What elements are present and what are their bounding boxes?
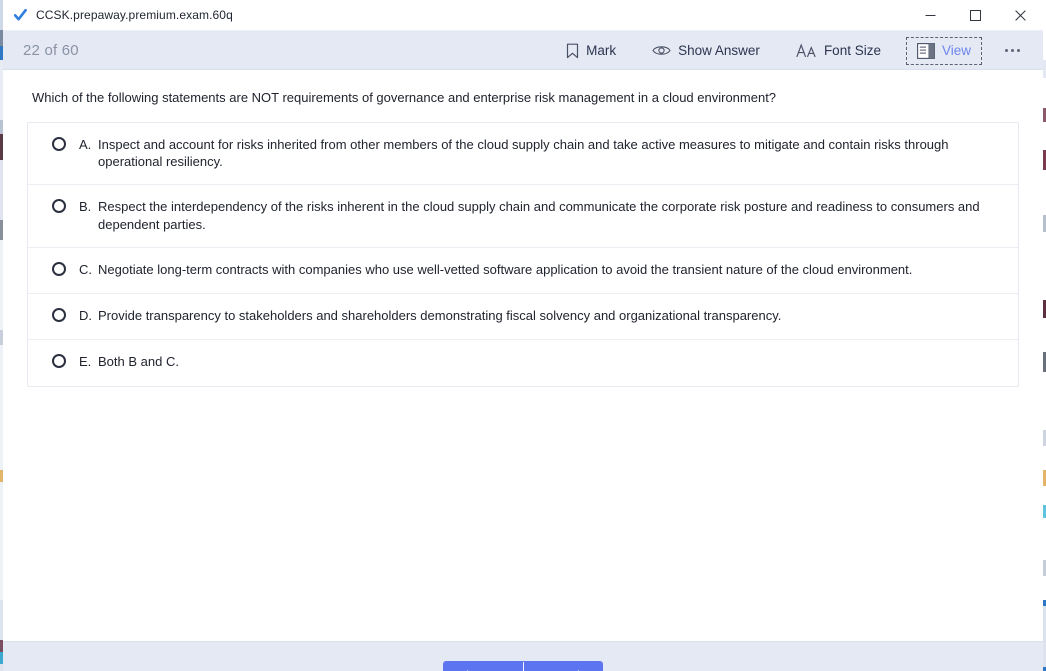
option-text: Respect the interdependency of the risks… (98, 199, 980, 233)
option-text: Inspect and account for risks inherited … (98, 136, 949, 170)
title-bar: CCSK.prepaway.premium.exam.60q (3, 0, 1043, 31)
radio-button-b[interactable] (52, 199, 66, 214)
question-text: Which of the following statements are NO… (32, 90, 777, 105)
option-letter: B. (79, 199, 92, 215)
window-title: CCSK.prepaway.premium.exam.60q (36, 8, 233, 22)
mark-button[interactable]: Mark (555, 37, 627, 65)
radio-button-e[interactable] (52, 354, 66, 369)
font-size-label: Font Size (823, 43, 881, 58)
view-button[interactable]: View (905, 36, 982, 65)
minimize-icon (925, 10, 936, 21)
answer-option-b[interactable]: B. Respect the interdependency of the ri… (28, 185, 1018, 249)
option-text: Both B and C. (98, 354, 179, 370)
radio-button-c[interactable] (52, 262, 66, 277)
question-progress-label: 22 of 60 (23, 41, 79, 59)
view-label: View (941, 43, 971, 58)
toolbar-actions: Mark Show Answer Font Size View (548, 31, 1035, 70)
show-answer-label: Show Answer (678, 43, 760, 58)
answer-options-list: A. Inspect and account for risks inherit… (27, 121, 1019, 388)
prev-button[interactable]: Prev (443, 661, 524, 671)
layout-panel-icon (917, 42, 935, 59)
question-content: Which of the following statements are NO… (3, 70, 1043, 641)
more-options-button[interactable] (996, 43, 1029, 58)
font-size-icon (796, 43, 817, 58)
blue-check-icon (12, 7, 28, 23)
option-letter: A. (79, 136, 92, 152)
answer-option-d[interactable]: D. Provide transparency to stakeholders … (28, 294, 1018, 341)
radio-button-d[interactable] (52, 308, 66, 323)
next-button[interactable]: Next (523, 661, 603, 671)
exam-toolbar: 22 of 60 Mark Show Answer Font Size View (3, 31, 1043, 70)
mark-label: Mark (586, 43, 617, 58)
option-letter: C. (79, 262, 92, 278)
option-letter: E. (79, 354, 92, 370)
minimize-button[interactable] (908, 0, 953, 31)
font-size-button[interactable]: Font Size (785, 37, 892, 64)
exam-window: CCSK.prepaway.premium.exam.60q 22 of 60 … (3, 0, 1043, 671)
option-text: Provide transparency to stakeholders and… (98, 308, 782, 324)
answer-option-e[interactable]: E. Both B and C. (28, 340, 1018, 386)
ellipsis-icon (1005, 49, 1020, 52)
answer-option-c[interactable]: C. Negotiate long-term contracts with co… (28, 248, 1018, 295)
navigation-footer: Prev Next (3, 641, 1043, 671)
app-root: CCSK.prepaway.premium.exam.60q 22 of 60 … (0, 0, 1046, 671)
option-text: Negotiate long-term contracts with compa… (98, 262, 913, 278)
bookmark-icon (566, 43, 579, 59)
radio-button-a[interactable] (52, 136, 66, 151)
maximize-icon (970, 10, 981, 21)
maximize-button[interactable] (953, 0, 998, 31)
close-button[interactable] (998, 0, 1043, 31)
option-letter: D. (79, 308, 92, 324)
answer-option-a[interactable]: A. Inspect and account for risks inherit… (28, 123, 1018, 186)
window-controls (908, 0, 1043, 31)
show-answer-button[interactable]: Show Answer (641, 37, 771, 64)
nav-button-group: Prev Next (443, 661, 603, 671)
eye-icon (652, 44, 671, 57)
close-icon (1015, 10, 1026, 21)
